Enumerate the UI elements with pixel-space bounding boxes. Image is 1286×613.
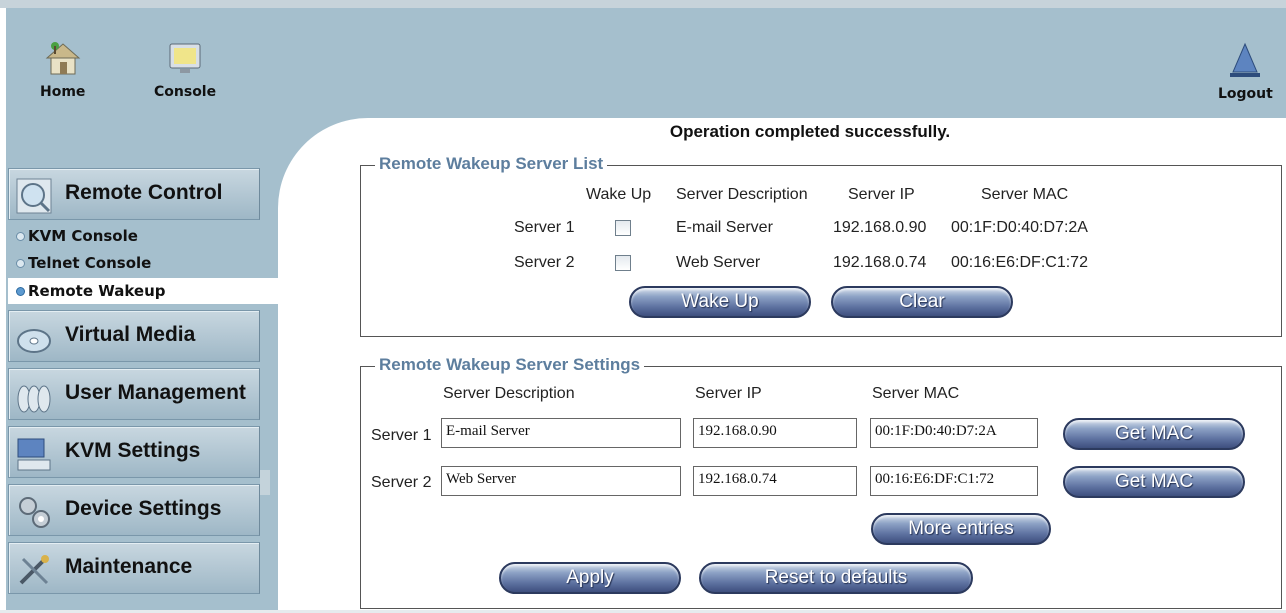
apply-button[interactable]: Apply <box>499 562 681 594</box>
monitor-icon <box>169 43 201 73</box>
wake-up-checkbox-server-2[interactable] <box>615 255 631 271</box>
get-mac-button-server-2[interactable]: Get MAC <box>1063 466 1245 498</box>
row-label: Server 2 <box>371 474 432 491</box>
col-header-description: Server Description <box>676 186 808 203</box>
server-ip: 192.168.0.90 <box>833 219 927 236</box>
row-label: Server 1 <box>514 219 575 236</box>
wake-up-checkbox-server-1[interactable] <box>615 220 631 236</box>
wake-up-button[interactable]: Wake Up <box>629 286 811 318</box>
logout-button[interactable]: Logout <box>1218 40 1273 102</box>
col-header-ip: Server IP <box>695 385 762 402</box>
sidebar-item-remote-wakeup[interactable]: Remote Wakeup <box>8 278 278 304</box>
menu-user-management[interactable]: User Management <box>8 368 260 420</box>
menu-device-settings[interactable]: Device Settings <box>8 484 260 536</box>
col-header-ip: Server IP <box>848 186 915 203</box>
server-settings-title: Remote Wakeup Server Settings <box>375 355 645 375</box>
users-icon <box>17 385 51 413</box>
col-header-mac: Server MAC <box>872 385 960 402</box>
reset-to-defaults-button[interactable]: Reset to defaults <box>699 562 973 594</box>
home-button[interactable]: Home <box>40 38 85 100</box>
tools-icon <box>19 555 49 585</box>
menu-label: Maintenance <box>65 555 193 578</box>
server-ip-field[interactable]: 192.168.0.90 <box>693 418 857 448</box>
console-button[interactable]: Console <box>154 38 216 100</box>
bullet-icon <box>16 232 25 241</box>
server-mac: 00:16:E6:DF:C1:72 <box>951 254 1088 271</box>
menu-label: Virtual Media <box>65 323 196 346</box>
home-label: Home <box>40 84 86 100</box>
server-description: E-mail Server <box>676 219 773 236</box>
bullet-icon <box>16 259 25 268</box>
menu-kvm-settings[interactable]: KVM Settings <box>8 426 260 478</box>
row-label: Server 2 <box>514 254 575 271</box>
sidebar-item-label: Remote Wakeup <box>28 282 166 300</box>
server-list-title: Remote Wakeup Server List <box>375 154 608 174</box>
menu-virtual-media[interactable]: Virtual Media <box>8 310 260 362</box>
menu-remote-control[interactable]: Remote Control <box>8 168 260 220</box>
server-description: Web Server <box>676 254 761 271</box>
disc-icon <box>17 329 51 353</box>
home-icon <box>45 42 81 75</box>
sidebar-item-kvm-console[interactable]: KVM Console <box>8 223 278 249</box>
top-toolbar: Home Console Logout <box>6 8 1286 118</box>
menu-maintenance[interactable]: Maintenance <box>8 542 260 594</box>
server-mac: 00:1F:D0:40:D7:2A <box>951 219 1088 236</box>
server-mac-field[interactable]: 00:16:E6:DF:C1:72 <box>870 466 1038 496</box>
server-list-panel: Remote Wakeup Server List Wake Up Server… <box>360 154 1282 337</box>
row-label: Server 1 <box>371 427 432 444</box>
bullet-icon <box>16 287 25 296</box>
logout-icon <box>1230 42 1261 77</box>
top-border <box>0 0 1286 8</box>
sidebar-item-label: KVM Console <box>28 227 138 245</box>
magnifier-icon <box>16 178 52 214</box>
more-entries-button[interactable]: More entries <box>871 513 1051 545</box>
server-mac-field[interactable]: 00:1F:D0:40:D7:2A <box>870 418 1038 448</box>
sidebar-item-telnet-console[interactable]: Telnet Console <box>8 250 278 276</box>
server-ip-field[interactable]: 192.168.0.74 <box>693 466 857 496</box>
gears-icon <box>19 497 50 528</box>
sidebar-item-label: Telnet Console <box>28 254 152 272</box>
server-settings-panel: Remote Wakeup Server Settings Server Des… <box>360 355 1282 609</box>
keyboard-monitor-icon <box>17 438 51 471</box>
sidebar-edge <box>260 470 270 495</box>
server-description-field[interactable]: Web Server <box>441 466 681 496</box>
menu-label: KVM Settings <box>65 439 201 462</box>
col-header-wake-up: Wake Up <box>586 186 652 203</box>
clear-button[interactable]: Clear <box>831 286 1013 318</box>
status-message: Operation completed successfully. <box>669 122 951 141</box>
menu-label: Remote Control <box>65 181 223 204</box>
menu-label: Device Settings <box>65 497 222 520</box>
server-ip: 192.168.0.74 <box>833 254 927 271</box>
col-header-description: Server Description <box>443 385 575 402</box>
logout-label: Logout <box>1218 86 1273 102</box>
col-header-mac: Server MAC <box>981 186 1069 203</box>
server-description-field[interactable]: E-mail Server <box>441 418 681 448</box>
menu-label: User Management <box>65 381 246 404</box>
console-label: Console <box>154 84 217 100</box>
get-mac-button-server-1[interactable]: Get MAC <box>1063 418 1245 450</box>
